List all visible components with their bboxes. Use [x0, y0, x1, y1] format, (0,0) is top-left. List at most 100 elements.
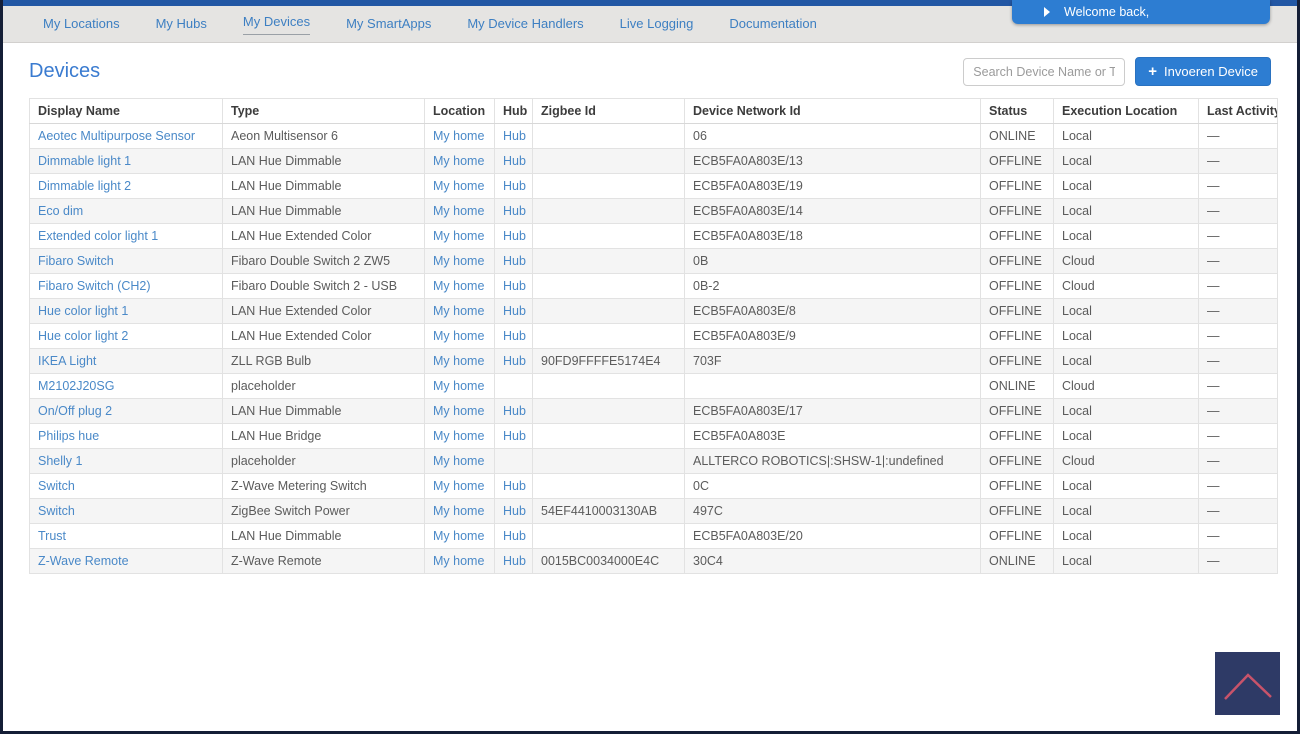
location-cell: My home [425, 374, 495, 399]
device-name-link[interactable]: Shelly 1 [38, 454, 82, 468]
location-cell: My home [425, 324, 495, 349]
device-name-link[interactable]: Extended color light 1 [38, 229, 158, 243]
type-cell: LAN Hue Dimmable [223, 174, 425, 199]
column-header-location: Location [425, 99, 495, 124]
table-row: Extended color light 1LAN Hue Extended C… [30, 224, 1278, 249]
hub-link[interactable]: Hub [503, 529, 526, 543]
location-cell: My home [425, 399, 495, 424]
hub-link[interactable]: Hub [503, 129, 526, 143]
execution-location-cell: Local [1054, 199, 1199, 224]
device-name-link[interactable]: Z-Wave Remote [38, 554, 129, 568]
location-cell: My home [425, 449, 495, 474]
location-link[interactable]: My home [433, 279, 484, 293]
device-name-cell: Switch [30, 474, 223, 499]
device-name-link[interactable]: M2102J20SG [38, 379, 114, 393]
device-name-link[interactable]: Dimmable light 2 [38, 179, 131, 193]
execution-location-cell: Local [1054, 499, 1199, 524]
chevron-up-icon [1220, 664, 1276, 704]
hub-link[interactable]: Hub [503, 479, 526, 493]
hub-link[interactable]: Hub [503, 229, 526, 243]
device-name-cell: Hue color light 2 [30, 324, 223, 349]
device-name-link[interactable]: IKEA Light [38, 354, 96, 368]
hub-link[interactable]: Hub [503, 304, 526, 318]
device-name-link[interactable]: Fibaro Switch (CH2) [38, 279, 151, 293]
hub-link[interactable]: Hub [503, 354, 526, 368]
nav-item-live-logging[interactable]: Live Logging [620, 16, 694, 33]
type-cell: ZLL RGB Bulb [223, 349, 425, 374]
hub-link[interactable]: Hub [503, 279, 526, 293]
nav-item-my-smartapps[interactable]: My SmartApps [346, 16, 431, 33]
hub-link[interactable]: Hub [503, 179, 526, 193]
location-link[interactable]: My home [433, 529, 484, 543]
device-name-link[interactable]: Dimmable light 1 [38, 154, 131, 168]
hub-link[interactable]: Hub [503, 254, 526, 268]
nav-item-documentation[interactable]: Documentation [729, 16, 816, 33]
device-name-cell: Eco dim [30, 199, 223, 224]
device-network-id-cell: ECB5FA0A803E/9 [685, 324, 981, 349]
location-link[interactable]: My home [433, 329, 484, 343]
location-link[interactable]: My home [433, 404, 484, 418]
device-name-link[interactable]: Trust [38, 529, 66, 543]
device-name-link[interactable]: Hue color light 1 [38, 304, 128, 318]
location-link[interactable]: My home [433, 204, 484, 218]
zigbee-id-cell [533, 474, 685, 499]
search-input[interactable] [963, 58, 1125, 86]
nav-item-my-devices[interactable]: My Devices [243, 14, 310, 35]
table-row: Eco dimLAN Hue DimmableMy homeHubECB5FA0… [30, 199, 1278, 224]
last-activity-cell: — [1199, 399, 1278, 424]
execution-location-cell: Local [1054, 299, 1199, 324]
location-link[interactable]: My home [433, 254, 484, 268]
hub-link[interactable]: Hub [503, 329, 526, 343]
nav-item-my-device-handlers[interactable]: My Device Handlers [467, 16, 583, 33]
type-cell: LAN Hue Dimmable [223, 524, 425, 549]
table-row: SwitchZigBee Switch PowerMy homeHub54EF4… [30, 499, 1278, 524]
zigbee-id-cell [533, 124, 685, 149]
hub-link[interactable]: Hub [503, 204, 526, 218]
location-link[interactable]: My home [433, 304, 484, 318]
location-link[interactable]: My home [433, 479, 484, 493]
device-name-link[interactable]: Switch [38, 504, 75, 518]
nav-item-my-hubs[interactable]: My Hubs [156, 16, 207, 33]
location-link[interactable]: My home [433, 179, 484, 193]
welcome-dropdown[interactable]: Welcome back, [1012, 0, 1270, 24]
location-link[interactable]: My home [433, 379, 484, 393]
device-name-link[interactable]: Hue color light 2 [38, 329, 128, 343]
location-link[interactable]: My home [433, 504, 484, 518]
device-name-link[interactable]: Aeotec Multipurpose Sensor [38, 129, 195, 143]
status-cell: ONLINE [981, 124, 1054, 149]
create-device-button-label: Invoeren Device [1164, 64, 1258, 79]
hub-cell [495, 374, 533, 399]
location-link[interactable]: My home [433, 554, 484, 568]
hub-link[interactable]: Hub [503, 554, 526, 568]
location-link[interactable]: My home [433, 154, 484, 168]
device-name-link[interactable]: Fibaro Switch [38, 254, 114, 268]
status-cell: ONLINE [981, 374, 1054, 399]
location-link[interactable]: My home [433, 229, 484, 243]
hub-link[interactable]: Hub [503, 154, 526, 168]
device-name-cell: Z-Wave Remote [30, 549, 223, 574]
location-cell: My home [425, 424, 495, 449]
device-name-link[interactable]: Eco dim [38, 204, 83, 218]
hub-cell: Hub [495, 249, 533, 274]
location-link[interactable]: My home [433, 354, 484, 368]
nav-item-my-locations[interactable]: My Locations [43, 16, 120, 33]
location-link[interactable]: My home [433, 454, 484, 468]
hub-link[interactable]: Hub [503, 404, 526, 418]
type-cell: LAN Hue Bridge [223, 424, 425, 449]
device-name-cell: Fibaro Switch (CH2) [30, 274, 223, 299]
last-activity-cell: — [1199, 274, 1278, 299]
device-name-cell: IKEA Light [30, 349, 223, 374]
hub-link[interactable]: Hub [503, 504, 526, 518]
location-link[interactable]: My home [433, 429, 484, 443]
zigbee-id-cell [533, 299, 685, 324]
hub-link[interactable]: Hub [503, 429, 526, 443]
page-header-row: Devices + Invoeren Device [29, 57, 1271, 86]
create-device-button[interactable]: + Invoeren Device [1135, 57, 1271, 86]
device-name-link[interactable]: On/Off plug 2 [38, 404, 112, 418]
device-name-link[interactable]: Philips hue [38, 429, 99, 443]
status-cell: OFFLINE [981, 474, 1054, 499]
location-link[interactable]: My home [433, 129, 484, 143]
scroll-to-top-button[interactable] [1215, 652, 1280, 715]
device-name-link[interactable]: Switch [38, 479, 75, 493]
table-row: Aeotec Multipurpose SensorAeon Multisens… [30, 124, 1278, 149]
